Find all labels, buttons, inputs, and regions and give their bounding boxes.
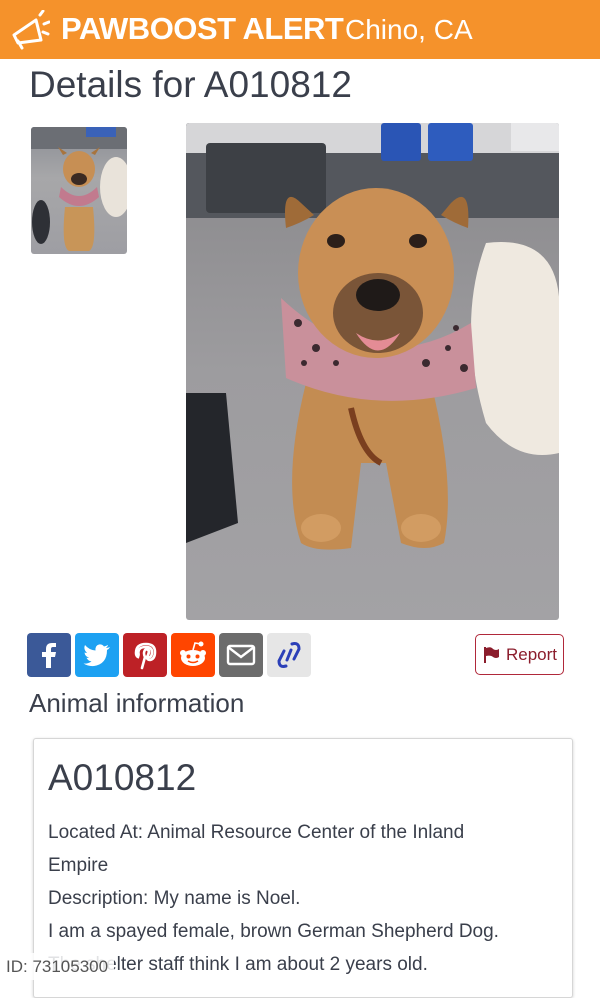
reddit-share-button[interactable] [171, 633, 215, 677]
dog-main-photo[interactable] [186, 123, 559, 620]
dog-thumbnail-image[interactable] [31, 127, 127, 254]
facebook-icon [42, 643, 56, 668]
animal-information-heading: Animal information [29, 688, 245, 718]
dog-thumbnail-illustration [31, 127, 127, 251]
copy-link-button[interactable] [267, 633, 311, 677]
info-line-sex-breed: I am a spayed female, brown German Sheph… [48, 921, 499, 942]
top-header-bar: PAWBOOST ALERT Chino, CA [0, 0, 600, 59]
dog-photo-illustration [186, 123, 559, 550]
twitter-icon [83, 644, 110, 667]
reddit-icon [180, 641, 206, 666]
twitter-share-button[interactable] [75, 633, 119, 677]
link-icon [277, 642, 301, 668]
info-line-description: Description: My name is Noel. [48, 888, 301, 909]
listing-id-tag: ID: 73105300 [0, 953, 115, 980]
city-label: Chino, CA [345, 14, 473, 45]
info-line-location: Located At: Animal Resource Center of th… [48, 822, 465, 843]
pinterest-icon [134, 642, 157, 670]
report-button[interactable]: Report [475, 634, 564, 675]
pinterest-share-button[interactable] [123, 633, 167, 677]
megaphone-icon [12, 10, 50, 50]
flag-icon [483, 646, 499, 663]
envelope-icon [226, 644, 256, 666]
facebook-share-button[interactable] [27, 633, 71, 677]
page-title: Details for A010812 [29, 64, 352, 105]
email-share-button[interactable] [219, 633, 263, 677]
brand-name[interactable]: PAWBOOST ALERT [61, 11, 344, 47]
info-line-location-cont: Empire [48, 855, 109, 876]
animal-id: A010812 [48, 757, 197, 798]
report-button-label: Report [505, 644, 558, 664]
